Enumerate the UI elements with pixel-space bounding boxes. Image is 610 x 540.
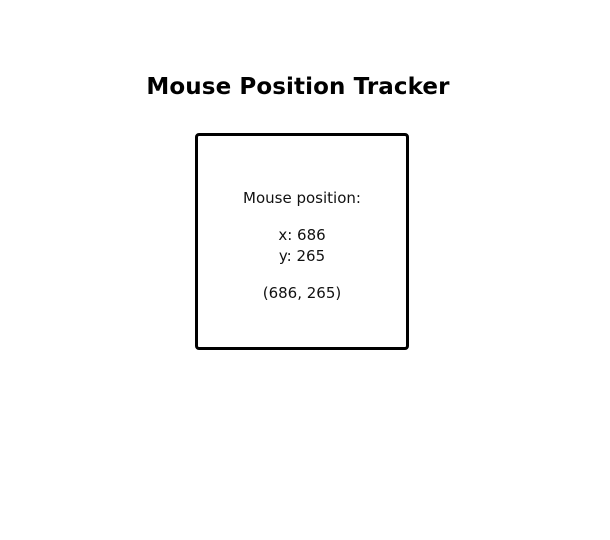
mouse-y-value: y: 265: [278, 247, 326, 265]
mouse-coordinate-pair: (686, 265): [262, 284, 342, 302]
page-title: Mouse Position Tracker: [146, 74, 450, 100]
mouse-position-label: Mouse position:: [243, 189, 361, 207]
mouse-tracker-area[interactable]: Mouse position: x: 686 y: 265 (686, 265): [195, 133, 409, 350]
mouse-x-value: x: 686: [278, 226, 326, 244]
